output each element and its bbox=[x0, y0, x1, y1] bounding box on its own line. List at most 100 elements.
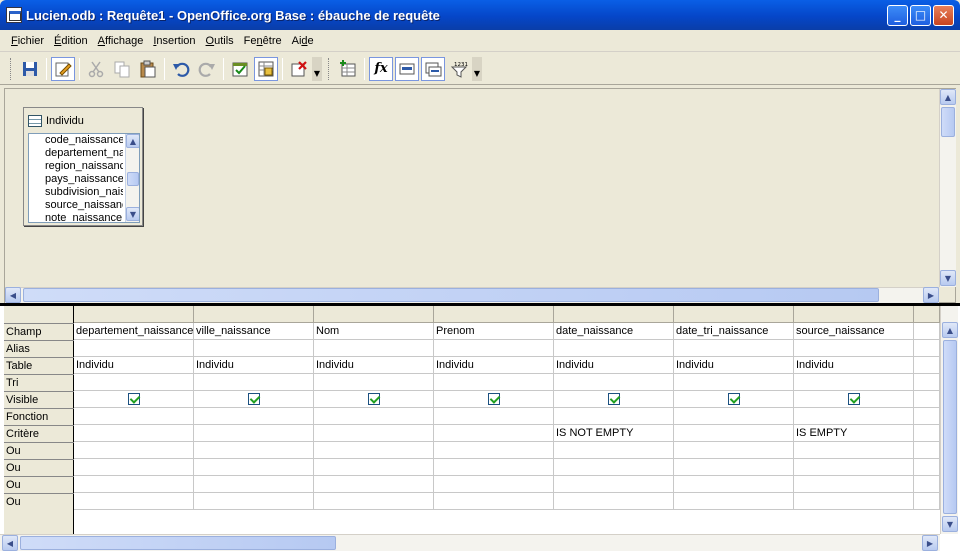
grid-cell[interactable] bbox=[314, 459, 434, 476]
row-label[interactable]: Ou bbox=[4, 493, 74, 510]
grid-cell[interactable]: Individu bbox=[554, 357, 674, 374]
visible-checkbox[interactable] bbox=[848, 393, 860, 405]
grid-scroll-right-button[interactable]: ▶ bbox=[922, 535, 938, 551]
scroll-thumb[interactable] bbox=[941, 107, 955, 137]
column-header[interactable] bbox=[434, 306, 554, 323]
grid-cell[interactable] bbox=[674, 391, 794, 408]
grid-horizontal-scrollbar[interactable]: ◀ ▶ bbox=[0, 534, 940, 551]
scroll-right-button[interactable]: ▶ bbox=[923, 287, 939, 303]
table-name-button[interactable] bbox=[395, 56, 419, 81]
grid-scroll-left-button[interactable]: ◀ bbox=[2, 535, 18, 551]
scroll-left-button[interactable]: ◀ bbox=[5, 287, 21, 303]
grid-cell[interactable] bbox=[194, 391, 314, 408]
base-app-icon[interactable] bbox=[6, 7, 22, 23]
row-label[interactable]: Champ bbox=[4, 323, 74, 340]
field-list-scrollbar[interactable]: ▲ ▼ bbox=[125, 134, 139, 222]
grid-cell[interactable]: Individu bbox=[434, 357, 554, 374]
grid-cell-empty[interactable] bbox=[914, 425, 940, 442]
copy-button[interactable] bbox=[110, 57, 134, 81]
grid-cell[interactable] bbox=[74, 425, 194, 442]
grid-cell[interactable] bbox=[74, 459, 194, 476]
menu-item-4[interactable]: Outils bbox=[201, 30, 239, 52]
design-vertical-scrollbar[interactable]: ▲ ▼ bbox=[939, 89, 956, 287]
scroll-thumb-horizontal[interactable] bbox=[23, 288, 879, 302]
grid-cell[interactable] bbox=[794, 459, 914, 476]
grid-scroll-up-button[interactable]: ▲ bbox=[942, 322, 958, 338]
grid-cell[interactable] bbox=[554, 391, 674, 408]
column-header[interactable] bbox=[194, 306, 314, 323]
row-label[interactable]: Table bbox=[4, 357, 74, 374]
table-field-item[interactable]: region_naissance bbox=[29, 160, 123, 173]
visible-checkbox[interactable] bbox=[728, 393, 740, 405]
row-label[interactable]: Visible bbox=[4, 391, 74, 408]
grid-cell[interactable]: Individu bbox=[674, 357, 794, 374]
grid-cell[interactable]: IS NOT EMPTY bbox=[554, 425, 674, 442]
alias-button[interactable] bbox=[421, 56, 445, 81]
visible-checkbox[interactable] bbox=[248, 393, 260, 405]
toolbar-dropdown-arrow[interactable]: ▼ bbox=[312, 56, 322, 81]
table-field-item[interactable]: departement_naissance bbox=[29, 147, 123, 160]
column-header[interactable] bbox=[74, 306, 194, 323]
grid-cell[interactable]: Nom bbox=[314, 323, 434, 340]
grid-cell[interactable] bbox=[434, 340, 554, 357]
grid-cell[interactable] bbox=[554, 374, 674, 391]
grid-cell[interactable] bbox=[794, 476, 914, 493]
grid-cell[interactable] bbox=[74, 340, 194, 357]
grid-cell[interactable] bbox=[794, 493, 914, 510]
column-header[interactable] bbox=[314, 306, 434, 323]
grid-cell[interactable] bbox=[554, 408, 674, 425]
grid-cell[interactable] bbox=[314, 442, 434, 459]
grid-scroll-thumb[interactable] bbox=[943, 340, 957, 514]
row-label[interactable]: Ou bbox=[4, 476, 74, 493]
menu-item-5[interactable]: Fenêtre bbox=[239, 30, 287, 52]
save-button[interactable] bbox=[18, 57, 42, 81]
grid-cell[interactable] bbox=[74, 476, 194, 493]
grid-cell[interactable] bbox=[314, 391, 434, 408]
grid-cell[interactable] bbox=[74, 408, 194, 425]
row-label[interactable]: Fonction bbox=[4, 408, 74, 425]
table-field-item[interactable]: source_naissance bbox=[29, 199, 123, 212]
grid-cell[interactable] bbox=[74, 493, 194, 510]
grid-cell[interactable] bbox=[194, 374, 314, 391]
column-header[interactable] bbox=[794, 306, 914, 323]
design-view-button[interactable] bbox=[254, 56, 278, 81]
grid-cell[interactable] bbox=[674, 476, 794, 493]
table-field-item[interactable]: pays_naissance bbox=[29, 173, 123, 186]
grid-cell[interactable] bbox=[314, 408, 434, 425]
grid-cell[interactable] bbox=[434, 374, 554, 391]
menu-item-2[interactable]: Affichage bbox=[93, 30, 149, 52]
grid-cell[interactable] bbox=[674, 340, 794, 357]
scroll-up-button[interactable]: ▲ bbox=[940, 89, 956, 105]
column-header[interactable] bbox=[914, 306, 940, 323]
field-scroll-up-button[interactable]: ▲ bbox=[126, 134, 139, 148]
field-scroll-thumb[interactable] bbox=[127, 172, 139, 186]
toolbar-grip[interactable] bbox=[10, 57, 13, 80]
field-scroll-down-button[interactable]: ▼ bbox=[126, 207, 139, 221]
grid-cell[interactable] bbox=[74, 442, 194, 459]
grid-cell[interactable] bbox=[674, 425, 794, 442]
grid-cell[interactable]: Individu bbox=[314, 357, 434, 374]
add-table-button[interactable] bbox=[336, 57, 360, 81]
toolbar-grip-2[interactable] bbox=[328, 57, 331, 80]
grid-cell-empty[interactable] bbox=[914, 408, 940, 425]
grid-cell[interactable]: date_naissance bbox=[554, 323, 674, 340]
grid-cell[interactable] bbox=[674, 459, 794, 476]
grid-cell[interactable] bbox=[434, 442, 554, 459]
grid-cell[interactable] bbox=[554, 442, 674, 459]
grid-cell[interactable] bbox=[314, 340, 434, 357]
table-field-item[interactable]: code_naissance bbox=[29, 134, 123, 147]
edit-mode-button[interactable] bbox=[51, 56, 75, 81]
grid-cell-empty[interactable] bbox=[914, 459, 940, 476]
grid-cell[interactable] bbox=[434, 459, 554, 476]
grid-cell[interactable] bbox=[794, 391, 914, 408]
table-field-item[interactable]: note_naissance bbox=[29, 212, 123, 222]
grid-cell[interactable] bbox=[554, 493, 674, 510]
grid-scroll-thumb-horizontal[interactable] bbox=[20, 536, 336, 550]
redo-button[interactable] bbox=[195, 57, 219, 81]
grid-cell[interactable] bbox=[674, 374, 794, 391]
menu-item-3[interactable]: Insertion bbox=[148, 30, 200, 52]
run-query-button[interactable] bbox=[228, 57, 252, 81]
grid-cell[interactable]: Individu bbox=[794, 357, 914, 374]
clear-query-button[interactable] bbox=[287, 57, 311, 81]
column-header[interactable] bbox=[674, 306, 794, 323]
